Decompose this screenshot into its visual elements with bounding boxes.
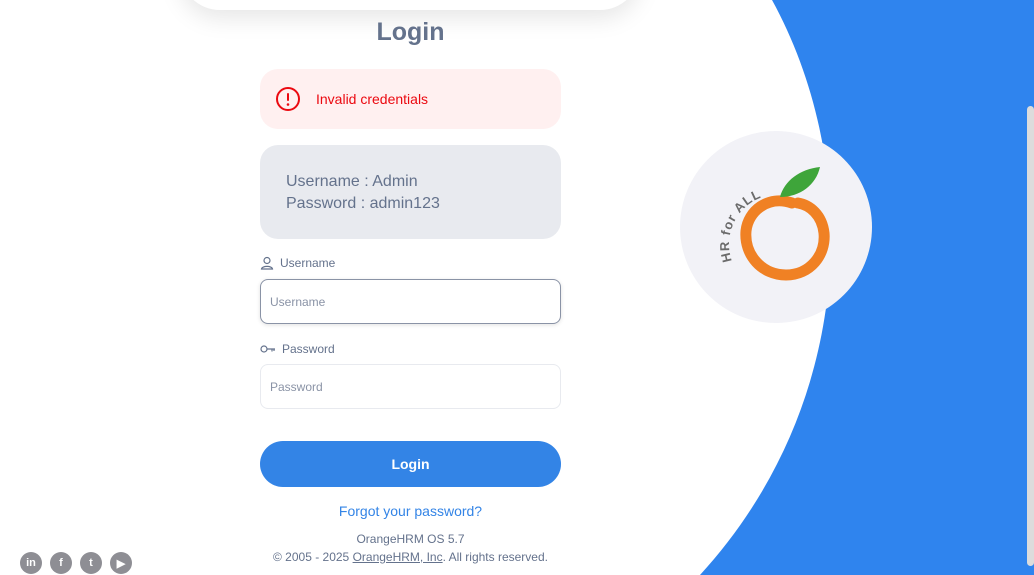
scrollbar-thumb[interactable] [1027,106,1034,566]
orangehrm-logo: HR for ALL [680,131,872,323]
twitter-icon[interactable]: t [80,552,102,574]
key-icon [260,345,275,353]
forgot-password-link[interactable]: Forgot your password? [260,503,561,519]
company-link[interactable]: OrangeHRM, Inc [353,550,443,564]
footer: OrangeHRM OS 5.7 © 2005 - 2025 OrangeHRM… [230,530,591,566]
logo-tagline: HR for ALL [717,186,762,264]
alert-message: Invalid credentials [316,91,429,107]
login-card-top [180,0,640,10]
scrollbar[interactable] [1026,0,1034,575]
svg-text:HR for ALL: HR for ALL [717,186,763,264]
page-title: Login [376,18,445,46]
username-label: Username [260,256,335,270]
copyright-text: © 2005 - 2025 OrangeHRM, Inc. All rights… [230,548,591,566]
password-label-text: Password [282,342,335,356]
error-alert: Invalid credentials [260,69,561,129]
password-input[interactable] [260,364,561,409]
linkedin-icon[interactable]: in [20,552,42,574]
orange-logo-icon: HR for ALL [717,167,830,281]
username-input[interactable] [260,279,561,324]
alert-circle-icon [276,87,300,111]
facebook-icon[interactable]: f [50,552,72,574]
user-icon [260,256,274,270]
password-label: Password [260,342,335,356]
copyright-suffix: . All rights reserved. [442,550,548,564]
copyright-prefix: © 2005 - 2025 [273,550,353,564]
login-button[interactable]: Login [260,441,561,487]
version-text: OrangeHRM OS 5.7 [356,532,465,546]
username-label-text: Username [280,256,336,270]
social-links: in f t ▶ [20,552,132,574]
hint-password: Password : admin123 [286,195,440,212]
credentials-hint: Username : Admin Password : admin123 [260,145,561,239]
hint-username: Username : Admin [286,173,418,190]
youtube-icon[interactable]: ▶ [110,552,132,574]
